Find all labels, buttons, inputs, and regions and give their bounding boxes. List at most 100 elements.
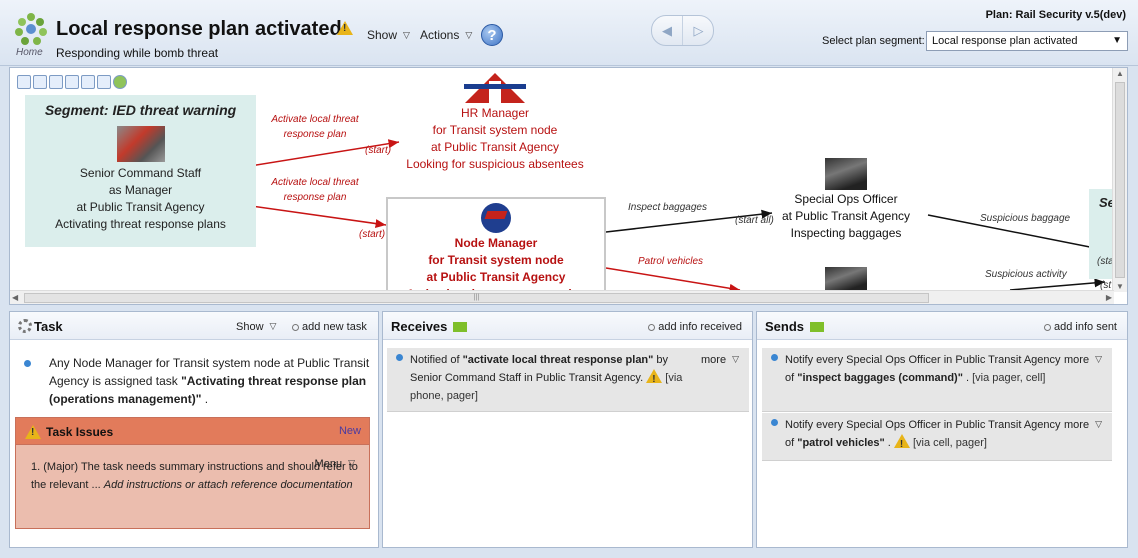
home-icon[interactable]: [14, 12, 48, 46]
issue-hint: Add instructions or attach reference doc…: [103, 479, 353, 491]
sent-item[interactable]: Notify every Special Ops Officer in Publ…: [762, 348, 1112, 412]
fit-icon[interactable]: [81, 75, 95, 89]
add-new-task-label: add new task: [302, 321, 367, 333]
edge-label-patrol[interactable]: Patrol vehicles: [638, 254, 703, 269]
node-line: at Public Transit Agency: [430, 140, 560, 154]
refresh-icon[interactable]: [113, 75, 127, 89]
special-ops-image: [825, 267, 867, 291]
more-menu-button[interactable]: more ▽: [1064, 416, 1102, 434]
special-ops-image: [825, 158, 867, 190]
layers-icon[interactable]: [17, 75, 31, 89]
page-subtitle: Responding while bomb threat: [56, 46, 219, 60]
scroll-up-icon[interactable]: ▲: [1116, 69, 1124, 78]
canvas-vertical-scrollbar[interactable]: ▲ ▼: [1112, 68, 1127, 292]
actions-menu-button[interactable]: Actions ▽: [420, 28, 472, 42]
flow-edge-activate-node: [243, 204, 387, 228]
segment-node-title: Segment: IED threat warning: [44, 102, 237, 118]
segment-select[interactable]: Local response plan activated ▼: [926, 31, 1128, 51]
home-label[interactable]: Home: [16, 47, 43, 58]
edge-label-suspicious-activity[interactable]: Suspicious activity: [985, 267, 1067, 282]
flow-edge-suspicious-activity: [1009, 278, 1106, 291]
more-label: more: [1064, 419, 1090, 431]
special-ops-node[interactable]: Special Ops Officer at Public Transit Ag…: [768, 191, 924, 242]
chevron-down-icon: ▽: [732, 354, 739, 364]
edge-label-suspicious-baggage[interactable]: Suspicious baggage: [980, 211, 1070, 226]
more-label: more: [701, 354, 727, 366]
task-show-menu[interactable]: Show ▽: [236, 321, 276, 333]
task-issues-box: Task Issues New Menu▽ 1. (Major) The tas…: [15, 417, 370, 529]
bullet-icon: [771, 354, 778, 361]
edge-label-activate[interactable]: Activate local threat response plan: [265, 112, 365, 142]
add-icon: [1044, 324, 1051, 331]
sends-panel-title: Sends: [765, 319, 825, 334]
add-info-sent-button[interactable]: add info sent: [1044, 321, 1117, 333]
receives-panel: Receives add info received Notified of "…: [382, 311, 753, 548]
chevron-down-icon: ▽: [1095, 354, 1102, 364]
edge-label-line: Activate local threat: [271, 177, 359, 188]
sent-flow-name[interactable]: "inspect baggages (command)": [797, 372, 963, 384]
sent-channels: [via cell, pager]: [912, 437, 987, 449]
scroll-left-icon[interactable]: ◀: [12, 293, 18, 302]
edge-label-start: (start): [359, 229, 386, 240]
warning-icon[interactable]: [646, 369, 663, 389]
transit-agency-logo: [462, 73, 528, 105]
sent-text: .: [884, 437, 894, 449]
task-panel: Task Show ▽ add new task Any Node Manager…: [9, 311, 379, 548]
warning-icon[interactable]: [893, 434, 910, 454]
bookmark-icon[interactable]: [33, 75, 47, 89]
add-info-received-button[interactable]: add info received: [648, 321, 742, 333]
transit-agency-logo: [481, 203, 511, 233]
gear-icon[interactable]: [18, 319, 32, 333]
scrollbar-thumb[interactable]: |||: [24, 293, 929, 303]
actions-menu-label: Actions: [420, 28, 460, 42]
help-icon[interactable]: ?: [481, 24, 503, 46]
bullet-icon: [24, 360, 31, 367]
hr-manager-node[interactable]: HR Manager for Transit system node at Pu…: [393, 73, 597, 173]
new-issue-link[interactable]: New: [339, 425, 361, 437]
chevron-down-icon: ▽: [403, 30, 410, 40]
add-icon: [292, 324, 299, 331]
canvas-horizontal-scrollbar[interactable]: ◀ ||| ▶: [10, 290, 1114, 304]
flow-map-canvas[interactable]: Segment: IED threat warning Senior Comma…: [9, 67, 1128, 305]
more-menu-button[interactable]: more ▽: [701, 351, 739, 369]
plan-label: Plan: Rail Security v.5(dev): [985, 9, 1126, 21]
forward-arrow-icon[interactable]: ▷: [683, 16, 714, 45]
filter-icon[interactable]: [49, 75, 63, 89]
received-flow-name[interactable]: "activate local threat response plan": [463, 354, 654, 366]
add-new-task-button[interactable]: add new task: [292, 321, 367, 333]
edge-label-inspect[interactable]: Inspect baggages: [628, 200, 707, 215]
node-manager-node[interactable]: Node Manager for Transit system node at …: [386, 197, 606, 304]
page-title: Local response plan activated: [56, 18, 342, 40]
scroll-down-icon[interactable]: ▼: [1116, 282, 1124, 291]
node-line: Node Manager: [454, 236, 538, 250]
warning-icon[interactable]: [337, 21, 353, 35]
edge-label-activate[interactable]: Activate local threat response plan: [265, 175, 365, 205]
sent-item[interactable]: Notify every Special Ops Officer in Publ…: [762, 413, 1112, 461]
edge-label-start: (start): [365, 145, 392, 156]
canvas-toolbar: [17, 75, 129, 92]
node-line: HR Manager: [460, 106, 530, 120]
node-line: at Public Transit Agency: [781, 209, 911, 223]
task-assignment[interactable]: Any Node Manager for Transit system node…: [24, 354, 374, 408]
back-arrow-icon[interactable]: ◀: [652, 16, 683, 45]
sent-flow-name[interactable]: "patrol vehicles": [797, 437, 884, 449]
more-menu-button[interactable]: more ▽: [1064, 351, 1102, 369]
received-item[interactable]: Notified of "activate local threat respo…: [387, 348, 749, 412]
sends-panel-header: Sends add info sent: [757, 312, 1127, 340]
task-panel-header: Task Show ▽ add new task: [10, 312, 378, 340]
scrollbar-thumb[interactable]: [1115, 82, 1125, 278]
flow-edge-patrol: [605, 267, 741, 293]
node-line: at Public Transit Agency: [426, 270, 566, 284]
show-menu-button[interactable]: Show ▽: [367, 28, 410, 42]
chevron-down-icon: ▽: [269, 321, 277, 331]
panel-icon[interactable]: [97, 75, 111, 89]
segment-node[interactable]: Segment: IED threat warning Senior Comma…: [25, 95, 256, 247]
scroll-right-icon[interactable]: ▶: [1106, 293, 1112, 302]
zoom-icon[interactable]: [65, 75, 79, 89]
bullet-icon: [771, 419, 778, 426]
add-icon: [648, 324, 656, 331]
receives-panel-title: Receives: [391, 319, 468, 334]
node-line: Special Ops Officer: [794, 192, 898, 206]
node-line: for Transit system node: [432, 123, 558, 137]
history-nav: ◀ ▷: [651, 15, 714, 46]
